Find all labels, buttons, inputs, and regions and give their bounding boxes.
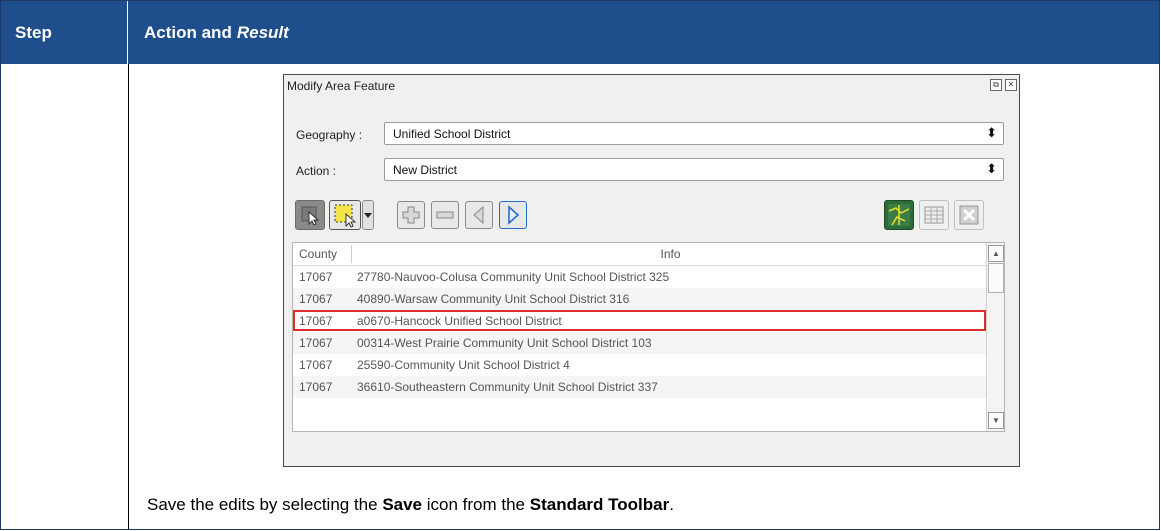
result-instruction: Save the edits by selecting the Save ico… [147,495,674,515]
geography-label: Geography : [296,128,363,142]
updown-arrow-icon: ⬍ [986,161,997,176]
geography-value: Unified School District [393,127,511,141]
save-term: Save [382,495,423,514]
scroll-thumb[interactable] [988,263,1004,293]
feature-list[interactable]: County Info 17067 27780-Nauvoo-Colusa Co… [292,242,1005,432]
vertical-scrollbar[interactable]: ▲ ▼ [986,243,1004,431]
action-header: Action and Result [129,1,289,64]
updown-arrow-icon: ⬍ [986,125,997,140]
action-value: New District [393,163,458,177]
attribute-table-icon[interactable] [919,200,949,230]
table-header: Step Action and Result [1,1,1159,64]
dialog-title: Modify Area Feature [287,79,396,93]
action-label: Action : [296,164,337,178]
result-text-part: . [669,495,674,514]
highlight-box [293,310,986,331]
list-row[interactable]: 17067 00314-West Prairie Community Unit … [293,332,988,354]
county-cell: 17067 [299,292,333,306]
list-row[interactable]: 17067 25590-Community Unit School Distri… [293,354,988,376]
county-cell: 17067 [299,380,333,394]
list-row-selected[interactable]: 17067 a0670-Hancock Unified School Distr… [293,310,988,332]
action-header-text: Action and [144,22,232,42]
info-cell: 36610-Southeastern Community Unit School… [357,380,658,394]
info-cell: 00314-West Prairie Community Unit School… [357,336,652,350]
list-row[interactable]: 17067 40890-Warsaw Community Unit School… [293,288,988,310]
previous-icon[interactable] [465,201,493,229]
next-icon[interactable] [499,201,527,229]
result-header-text: Result [236,22,289,42]
dropdown-arrow-icon[interactable] [362,200,374,230]
county-cell: 17067 [299,336,333,350]
list-row[interactable]: 17067 27780-Nauvoo-Colusa Community Unit… [293,266,988,288]
info-cell: 27780-Nauvoo-Colusa Community Unit Schoo… [357,270,670,284]
remove-icon[interactable] [431,201,459,229]
close-icon[interactable]: ✕ [1005,79,1017,91]
action-select[interactable]: New District ⬍ [384,158,1004,181]
result-text-part: icon from the [422,495,530,514]
info-column-header[interactable]: Info [293,247,988,261]
map-view-icon[interactable] [884,200,914,230]
list-row[interactable]: 17067 36610-Southeastern Community Unit … [293,376,988,398]
list-header: County Info [293,243,988,266]
info-cell: 40890-Warsaw Community Unit School Distr… [357,292,630,306]
standard-toolbar-term: Standard Toolbar [529,495,670,514]
county-cell: 17067 [299,270,333,284]
info-cell: 25590-Community Unit School District 4 [357,358,570,372]
county-cell: 17067 [299,358,333,372]
clear-icon[interactable] [954,200,984,230]
add-icon[interactable] [397,201,425,229]
procedure-table: Step Action and Result Modify Area Featu… [0,0,1160,530]
step-cell [1,64,129,529]
scroll-up-icon[interactable]: ▲ [988,245,1004,262]
float-icon[interactable]: ⧉ [990,79,1002,91]
modify-area-feature-dialog: Modify Area Feature ⧉ ✕ Geography : Unif… [283,74,1020,467]
geography-select[interactable]: Unified School District ⬍ [384,122,1004,145]
scroll-down-icon[interactable]: ▼ [988,412,1004,429]
rectangle-select-icon[interactable] [329,200,361,230]
step-header: Step [1,1,128,64]
select-feature-icon[interactable] [295,200,325,230]
result-text-part: Save the edits by selecting the [147,495,383,514]
